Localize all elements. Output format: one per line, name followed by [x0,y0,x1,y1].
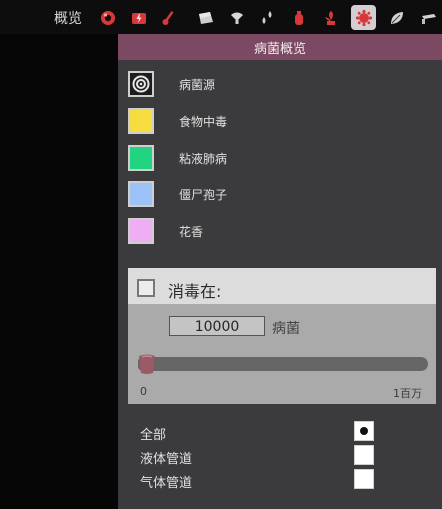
slider-min-label: 0 [140,385,147,398]
selected-dot [360,427,368,435]
germ-icon [355,9,372,26]
thermometer-icon [162,10,173,25]
legend-label: 病菌源 [179,77,216,92]
farming-overlay-button[interactable] [318,5,343,30]
disinfect-checkbox[interactable] [137,279,155,297]
gas-canister-icon [294,10,303,25]
plant-icon [324,10,335,25]
filter-option-gas-pipes[interactable]: 气体管道 [118,469,442,491]
filter-radio[interactable] [354,469,374,489]
game-screen: 概览 病菌概览 病菌源 食物中毒 粘液肺病 僵尸孢子 花香 消毒在: 10000… [0,0,442,509]
overlay-toolbar: 概览 [0,0,442,34]
disinfect-settings: 10000 病菌 0 1百万 [128,304,436,404]
germ-source-icon [128,71,154,97]
leaf-overlay-button[interactable] [384,5,409,30]
oxygen-overlay-button[interactable] [95,5,120,30]
slider-max-label: 1百万 [393,387,422,400]
ventilation-overlay-button[interactable] [286,5,311,30]
legend-item-germ-source: 病菌源 [128,71,215,97]
color-swatch [128,108,154,134]
germ-overlay-button[interactable] [351,5,376,30]
legend-label: 粘液肺病 [179,151,228,166]
legend-item-floral-scents: 花香 [128,218,203,244]
filter-option-all[interactable]: 全部 [118,421,442,443]
threshold-unit-label: 病菌 [272,321,300,337]
disinfect-label: 消毒在: [168,282,222,301]
power-overlay-button[interactable] [126,5,151,30]
legend-item-zombie-spores: 僵尸孢子 [128,181,227,207]
materials-icon [198,11,213,24]
power-icon [131,12,146,24]
drop-icon [262,10,271,24]
germ-overview-panel: 病菌概览 病菌源 食物中毒 粘液肺病 僵尸孢子 花香 消毒在: 10000 病菌… [118,34,442,509]
filter-option-liquid-pipes[interactable]: 液体管道 [118,445,442,467]
plumbing-overlay-button[interactable] [254,5,279,30]
oxygen-icon [100,10,115,25]
legend-label: 僵尸孢子 [179,187,228,202]
filter-label: 气体管道 [140,476,193,491]
disinfect-header: 消毒在: [128,268,436,304]
panel-header: 病菌概览 [118,34,442,60]
conveyor-overlay-button[interactable] [416,5,441,30]
panel-title: 病菌概览 [253,41,306,57]
filter-label: 全部 [140,428,167,443]
threshold-slider[interactable] [138,354,428,374]
temperature-overlay-button[interactable] [156,5,181,30]
legend-label: 花香 [179,224,204,239]
legend-item-slimelung: 粘液肺病 [128,145,227,171]
slider-handle[interactable] [138,353,156,375]
filter-radio[interactable] [354,445,374,465]
color-swatch [128,218,154,244]
light-bulb-icon [230,12,243,24]
leaf-icon [390,11,403,24]
germ-threshold-input[interactable]: 10000 [169,316,265,336]
light-overlay-button[interactable] [224,5,249,30]
legend-label: 食物中毒 [179,114,228,129]
legend-item-food-poisoning: 食物中毒 [128,108,227,134]
color-swatch [128,145,154,171]
conveyor-icon [421,13,436,24]
filter-label: 液体管道 [140,452,193,467]
filter-radio[interactable] [354,421,374,441]
materials-overlay-button[interactable] [193,5,218,30]
overview-label: 概览 [54,11,82,27]
color-swatch [128,181,154,207]
